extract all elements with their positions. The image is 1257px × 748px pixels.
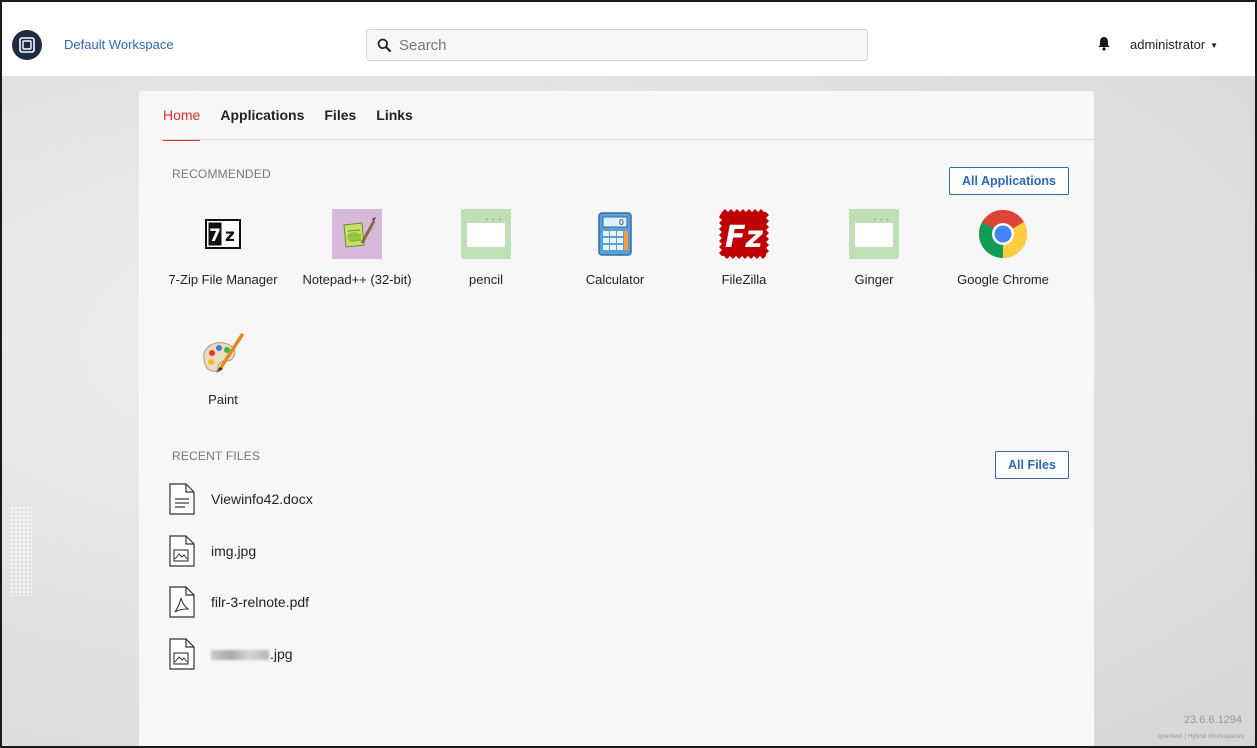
file-name: .jpg [211, 646, 293, 662]
recent-file-item[interactable]: img.jpg [169, 535, 256, 567]
workspace-logo-icon[interactable] [12, 30, 42, 60]
search-input[interactable] [399, 36, 839, 54]
tab-bar: Home Applications Files Links [163, 91, 413, 141]
user-menu[interactable]: administrator ▼ [1130, 37, 1218, 52]
file-name: img.jpg [211, 543, 257, 559]
app-tile-ginger[interactable]: • • • Ginger [819, 209, 929, 288]
pdf-file-icon [169, 586, 195, 618]
app-tile-7zip[interactable]: 7 z 7-Zip File Manager [168, 209, 278, 288]
workspace-name-link[interactable]: Default Workspace [64, 37, 174, 52]
tab-home[interactable]: Home [163, 91, 201, 141]
app-tile-paint[interactable]: Paint [168, 329, 278, 408]
file-name: filr-3-relnote.pdf [211, 594, 310, 610]
brand-label: opentext | Hybrid Workspaces [1157, 733, 1244, 740]
7zip-icon: 7 z [198, 209, 248, 259]
recent-file-item[interactable]: filr-3-relnote.pdf [169, 586, 309, 618]
app-window: Default Workspace administrator ▼ Home A… [0, 0, 1257, 748]
app-label: FileZilla [721, 272, 767, 287]
svg-text:7: 7 [209, 226, 221, 246]
all-applications-button[interactable]: All Applications [949, 167, 1069, 195]
image-file-icon [169, 638, 195, 670]
document-icon [169, 483, 195, 515]
recommended-section-title: RECOMMENDED [172, 167, 271, 181]
top-bar: Default Workspace administrator ▼ [2, 2, 1255, 76]
app-label: Google Chrome [957, 272, 1049, 287]
svg-text:Fz: Fz [725, 220, 763, 255]
calculator-icon: 0 [590, 209, 640, 259]
version-label: 23.6.6.1294 [1183, 714, 1242, 726]
main-panel: Home Applications Files Links RECOMMENDE… [139, 91, 1094, 746]
chevron-down-icon: ▼ [1210, 41, 1219, 50]
filezilla-icon: Fz [719, 209, 769, 259]
tab-applications[interactable]: Applications [220, 91, 304, 141]
recent-file-item[interactable]: .jpg [169, 638, 293, 670]
file-name: Viewinfo42.docx [211, 491, 313, 507]
tab-divider [159, 139, 1094, 140]
recent-file-item[interactable]: Viewinfo42.docx [169, 483, 313, 515]
generic-app-icon: • • • [461, 209, 511, 259]
notepad-plus-plus-icon [332, 209, 382, 259]
search-box[interactable] [366, 29, 868, 61]
app-label: Notepad++ (32-bit) [302, 272, 412, 287]
app-tile-filezilla[interactable]: Fz FileZilla [689, 209, 799, 288]
app-label: pencil [469, 272, 503, 287]
app-label: Calculator [585, 272, 645, 287]
app-tile-calculator[interactable]: 0 Calculator [560, 209, 670, 288]
all-files-button[interactable]: All Files [995, 451, 1069, 479]
redacted-text [211, 650, 269, 661]
chrome-icon [978, 209, 1028, 259]
tab-links[interactable]: Links [376, 91, 413, 141]
generic-app-icon: • • • [849, 209, 899, 259]
app-label: Ginger [854, 272, 894, 287]
tab-files[interactable]: Files [324, 91, 356, 141]
image-file-icon [169, 535, 195, 567]
app-label: Paint [208, 392, 238, 407]
search-icon [377, 38, 391, 52]
username-label: administrator [1130, 37, 1206, 52]
paint-icon [198, 329, 248, 379]
app-label: 7-Zip File Manager [168, 272, 278, 287]
app-tile-notepad-plus-plus[interactable]: Notepad++ (32-bit) [302, 209, 412, 288]
notifications-bell-icon[interactable] [1097, 36, 1111, 56]
app-tile-google-chrome[interactable]: Google Chrome [948, 209, 1058, 288]
background-pattern [10, 506, 32, 596]
svg-text:z: z [225, 226, 235, 246]
svg-text:0: 0 [619, 218, 624, 227]
app-tile-pencil[interactable]: • • • pencil [431, 209, 541, 288]
recent-files-section-title: RECENT FILES [172, 449, 261, 463]
